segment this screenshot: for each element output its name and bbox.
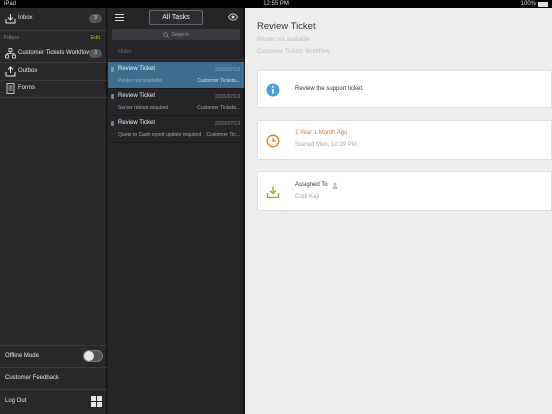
offline-mode-label: Offline Mode [5, 353, 39, 359]
task-subtitle: Server reboot required [118, 105, 169, 111]
sidebar-item-label: Forms [18, 85, 35, 91]
task-subtitle: Printer not available [118, 78, 163, 84]
battery-percent: 100% [520, 1, 536, 7]
download-icon [266, 186, 280, 199]
task-workflow: Customer Tickets... [197, 105, 240, 111]
search-icon [163, 31, 170, 38]
section-header: Older [108, 46, 244, 60]
pin-icon [111, 67, 114, 72]
filters-header: Filters Edit [0, 32, 107, 44]
sidebar-item-outbox[interactable]: Outbox [0, 62, 107, 80]
task-title: Review Ticket [118, 66, 156, 72]
hamburger-menu-icon[interactable] [115, 14, 124, 21]
forms-icon [4, 82, 16, 94]
task-title: Review Ticket [118, 93, 156, 99]
task-row[interactable]: Review Ticket 2015/07/13 Printer not ava… [108, 62, 244, 89]
clock-icon [266, 134, 280, 148]
apps-grid-icon[interactable] [91, 396, 102, 407]
sidebar-item-label: Customer Tickets Workflow [18, 50, 91, 56]
edit-filters-link[interactable]: Edit [91, 35, 100, 41]
detail-title: Review Ticket [257, 21, 316, 32]
task-workflow: Customer Tic... [206, 132, 240, 138]
detail-subtitle: Printer not available [257, 37, 311, 43]
divider [0, 30, 107, 31]
log-out-button[interactable]: Log Out [5, 398, 26, 404]
offline-mode-toggle[interactable] [83, 350, 103, 362]
search-placeholder: Search [171, 31, 189, 38]
task-date: 2015/07/13 [214, 94, 240, 100]
sidebar: Inbox 3 Filters Edit Customer Tickets Wo… [0, 8, 107, 414]
info-card: Review the support ticket. [257, 70, 552, 108]
divider [0, 97, 107, 98]
sidebar-item-customer-tickets-workflow[interactable]: Customer Tickets Workflow 3 [0, 44, 107, 62]
task-subtitle: Quote to Cash report update required [118, 132, 202, 138]
toggle-knob [84, 351, 94, 361]
elapsed-time: 1 Year 1 Month Ago [295, 130, 348, 136]
task-date: 2015/07/13 [214, 121, 240, 127]
assignee-card: Assigned To Codi Kaji [257, 171, 552, 211]
task-workflow: Customer Tickets... [197, 78, 240, 84]
task-detail-pane: Review Ticket Printer not available Cust… [245, 8, 552, 414]
eye-icon[interactable] [228, 13, 238, 21]
sidebar-item-inbox[interactable]: Inbox 3 [0, 9, 107, 27]
elapsed-card: 1 Year 1 Month Ago Started Mon, 10:39 PM [257, 120, 552, 160]
list-header: All Tasks [108, 8, 244, 28]
task-date: 2015/07/13 [214, 67, 240, 73]
task-title: Review Ticket [118, 120, 156, 126]
task-row[interactable]: Review Ticket 2015/07/13 Quote to Cash r… [108, 116, 244, 143]
assigned-to-label: Assigned To [295, 182, 328, 188]
clock: 12:55 PM [263, 1, 289, 7]
started-time: Started Mon, 10:39 PM [295, 142, 357, 148]
task-list-panel: All Tasks Search Older Review Ticket 201… [108, 8, 244, 414]
search-input[interactable]: Search [112, 29, 240, 40]
all-tasks-button[interactable]: All Tasks [149, 10, 203, 25]
battery-indicator: 100% [521, 0, 548, 8]
battery-icon [538, 1, 548, 7]
offline-mode-row: Offline Mode [0, 345, 107, 367]
sidebar-item-forms[interactable]: Forms [0, 79, 107, 97]
customer-feedback-label: Customer Feedback [5, 375, 60, 381]
sidebar-item-label: Outbox [18, 68, 38, 74]
info-icon [266, 83, 280, 97]
pin-icon [111, 94, 114, 99]
status-bar: iPad 12:55 PM 100% [0, 0, 552, 8]
pin-icon [111, 121, 114, 126]
outbox-icon [4, 65, 16, 77]
customer-feedback-row[interactable]: Customer Feedback [0, 367, 107, 389]
inbox-icon [4, 12, 16, 24]
inbox-count-badge: 3 [89, 13, 102, 23]
assignee-name: Codi Kaji [295, 194, 320, 200]
filters-label: Filters [4, 35, 19, 41]
task-row[interactable]: Review Ticket 2015/07/13 Server reboot r… [108, 89, 244, 116]
workflow-count-badge: 3 [89, 48, 102, 58]
sidebar-item-label: Inbox [18, 15, 33, 21]
section-label: Older [118, 49, 132, 55]
user-icon [332, 182, 338, 189]
detail-workflow: Customer Tickets Workflow [257, 49, 330, 55]
workflow-icon [4, 47, 16, 59]
log-out-row: Log Out [0, 389, 107, 414]
info-text: Review the support ticket. [295, 86, 364, 92]
